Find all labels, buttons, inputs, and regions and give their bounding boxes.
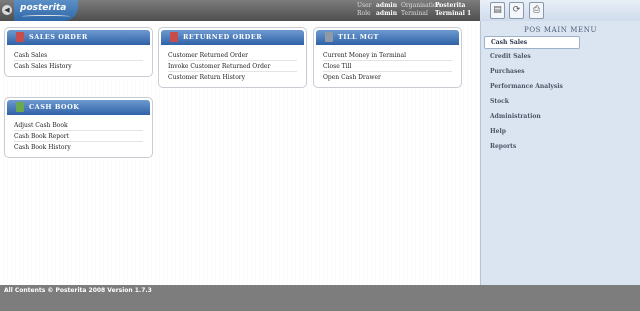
user-info-labels: User Role	[357, 2, 372, 18]
returned-order-panel: RETURNED ORDER Customer Returned Order I…	[158, 27, 307, 88]
sales-order-title: SALES ORDER	[29, 33, 88, 41]
sales-order-icon	[16, 32, 24, 42]
cash-book-icon	[16, 102, 24, 112]
pos-main-menu-title: POS MAIN MENU	[524, 26, 597, 34]
till-register-icon	[325, 32, 333, 42]
returned-order-icon	[170, 32, 178, 42]
main-content: SALES ORDER Cash Sales Cash Sales Histor…	[0, 21, 480, 285]
cash-book-panel: CASH BOOK Adjust Cash Book Cash Book Rep…	[4, 97, 153, 158]
refresh-button[interactable]: ⟳	[509, 2, 524, 19]
user-value: admin	[376, 2, 398, 9]
menu-link-cash-sales-history[interactable]: Cash Sales History	[14, 61, 143, 72]
side-item-performance-analysis[interactable]: Performance Analysis	[481, 79, 640, 94]
menu-link-cash-sales[interactable]: Cash Sales	[14, 50, 143, 61]
side-item-administration[interactable]: Administration	[481, 109, 640, 124]
role-label: Role	[357, 10, 371, 17]
menu-link-open-cash-drawer[interactable]: Open Cash Drawer	[323, 72, 452, 83]
back-arrow-icon[interactable]: ◀	[2, 5, 12, 15]
side-item-cash-sales[interactable]: Cash Sales	[484, 36, 580, 49]
org-info-values: Posterita Terminal 1	[435, 2, 471, 18]
logo-swoosh-icon	[22, 15, 70, 18]
side-item-reports[interactable]: Reports	[481, 139, 640, 154]
side-item-stock[interactable]: Stock	[481, 94, 640, 109]
pos-main-menu: POS MAIN MENU Cash Sales Credit Sales Pu…	[480, 21, 640, 285]
logo[interactable]: posterita	[14, 0, 78, 21]
refresh-icon: ⟳	[512, 5, 521, 15]
user-label: User	[357, 2, 372, 9]
till-mgt-header: TILL MGT	[316, 30, 459, 45]
till-mgt-title: TILL MGT	[338, 33, 379, 41]
terminal-value: Terminal 1	[435, 10, 472, 17]
copyright-text: All Contents © Posterita 2008 Version 1.…	[4, 287, 152, 294]
side-item-credit-sales[interactable]: Credit Sales	[481, 49, 640, 64]
menu-link-customer-returned-order[interactable]: Customer Returned Order	[168, 50, 297, 61]
role-value: admin	[376, 10, 398, 17]
cash-book-header: CASH BOOK	[7, 100, 150, 115]
menu-link-current-money[interactable]: Current Money in Terminal	[323, 50, 452, 61]
user-info-values: admin admin	[376, 2, 397, 18]
organisation-value: Posterita	[435, 2, 466, 9]
menu-link-invoke-customer-returned-order[interactable]: Invoke Customer Returned Order	[168, 61, 297, 72]
print-button[interactable]: ⎙	[529, 2, 544, 19]
document-button[interactable]: ▤	[490, 2, 505, 19]
print-icon: ⎙	[532, 5, 541, 15]
till-mgt-panel: TILL MGT Current Money in Terminal Close…	[313, 27, 462, 88]
menu-link-close-till[interactable]: Close Till	[323, 61, 452, 72]
footer: All Contents © Posterita 2008 Version 1.…	[0, 285, 640, 311]
top-header: ◀ posterita User Role admin admin Organi…	[0, 0, 480, 21]
menu-link-cash-book-history[interactable]: Cash Book History	[14, 142, 143, 153]
menu-link-adjust-cash-book[interactable]: Adjust Cash Book	[14, 120, 143, 131]
sales-order-header: SALES ORDER	[7, 30, 150, 45]
logo-text: posterita	[20, 3, 67, 13]
returned-order-title: RETURNED ORDER	[183, 33, 263, 41]
sales-order-panel: SALES ORDER Cash Sales Cash Sales Histor…	[4, 27, 153, 77]
menu-link-customer-return-history[interactable]: Customer Return History	[168, 72, 297, 83]
cash-book-title: CASH BOOK	[29, 103, 80, 111]
terminal-label: Terminal	[401, 10, 428, 17]
menu-link-cash-book-report[interactable]: Cash Book Report	[14, 131, 143, 142]
document-icon: ▤	[493, 5, 502, 15]
side-item-help[interactable]: Help	[481, 124, 640, 139]
side-item-purchases[interactable]: Purchases	[481, 64, 640, 79]
top-toolbar: ▤ ⟳ ⎙	[480, 0, 640, 21]
returned-order-header: RETURNED ORDER	[161, 30, 304, 45]
